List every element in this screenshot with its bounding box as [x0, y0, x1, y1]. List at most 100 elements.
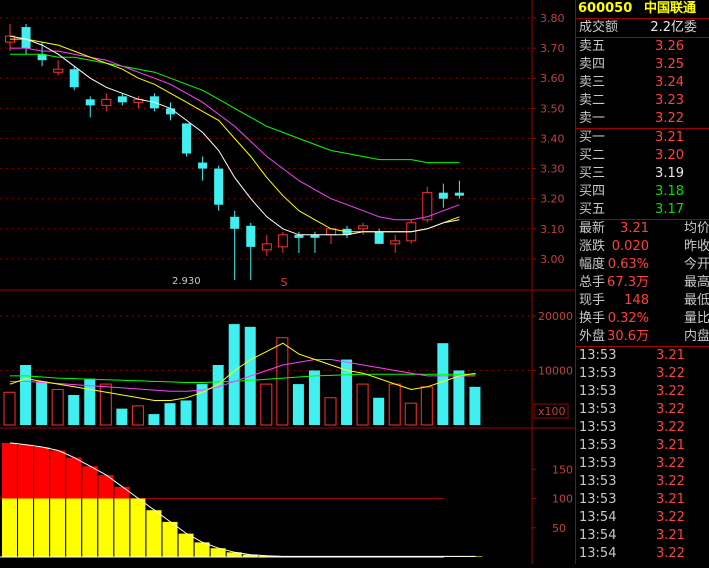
indicator-bar-yellow	[146, 510, 162, 557]
tick-price: 3.22	[656, 402, 685, 417]
stat-row-label: 换手	[579, 311, 606, 326]
tick-price: 3.22	[656, 420, 685, 435]
tick-row[interactable]: 13:53 3.22	[576, 383, 709, 401]
tick-row[interactable]: 13:53 3.22	[576, 419, 709, 437]
bid-row-label: 买五	[579, 202, 606, 217]
ask-row-label: 卖二	[579, 93, 606, 108]
volume-bar	[212, 365, 224, 425]
volume-bar	[148, 414, 160, 425]
volume-bar	[292, 384, 304, 425]
bid-row-value: 3.17	[655, 202, 684, 217]
tick-price: 3.22	[656, 510, 685, 525]
bid-row: 买三 3.19	[576, 165, 709, 183]
volume-bar	[36, 381, 48, 425]
candle-body	[438, 192, 448, 199]
volume-bar	[99, 383, 112, 426]
tick-row[interactable]: 13:53 3.22	[576, 401, 709, 419]
indicator-bar-yellow	[98, 498, 114, 557]
volume-bar	[420, 386, 433, 426]
tick-time: 13:54	[579, 546, 617, 561]
ask-row-label: 卖五	[579, 39, 606, 54]
price-axis-label: 3.10	[540, 223, 565, 236]
stat-row-extra: 内盘	[684, 329, 709, 344]
stat-row-extra: 最高	[684, 275, 709, 290]
stock-code[interactable]: 600050	[578, 0, 632, 18]
tick-time: 13:53	[579, 438, 617, 453]
volume-bar	[308, 370, 320, 425]
indicator-bar-red	[114, 486, 130, 499]
volume-bar	[180, 400, 192, 425]
stat-row-value: 0.32%	[607, 311, 649, 326]
quote-panel: 600050 中国联通 成交额 2.2亿 委 卖五 3.26 卖四 3.25 卖三 3.2…	[575, 0, 709, 564]
tick-price: 3.22	[656, 474, 685, 489]
turnover-row: 成交额 2.2亿 委	[576, 18, 709, 37]
tick-price: 3.22	[656, 456, 685, 471]
tick-row[interactable]: 13:54 3.22	[576, 545, 709, 563]
ask-book: 卖五 3.26 卖四 3.25 卖三 3.24 卖二 3.23 卖一 3.22	[576, 37, 709, 128]
ask-row-value: 3.24	[655, 75, 684, 90]
stat-row-extra: 最低	[684, 293, 709, 308]
vol-axis-label: 10000	[538, 364, 573, 377]
tick-price: 3.21	[656, 492, 685, 507]
volume-bar	[51, 389, 64, 426]
stat-row: 涨跌 0.020 昨收	[576, 238, 709, 256]
tick-row[interactable]: 13:53 3.22	[576, 473, 709, 491]
tick-row[interactable]: 13:53 3.22	[576, 455, 709, 473]
bid-row-label: 买二	[579, 148, 606, 163]
tick-row[interactable]: 13:53 3.21	[576, 437, 709, 455]
kline-chart[interactable]: 3.80 3.70 3.60 3.50 3.40 3.30 3.20 3.10 3.00 2000…	[0, 0, 575, 564]
vol-ma2-line	[10, 359, 476, 392]
low-price-annotation: 2.930	[172, 276, 201, 287]
indicator-bar-red	[66, 457, 82, 499]
ask-row: 卖一 3.22	[576, 110, 709, 128]
indicator-bar-yellow	[114, 498, 130, 557]
ask-row: 卖五 3.26	[576, 38, 709, 56]
candle-body	[117, 96, 127, 103]
tick-time: 13:53	[579, 348, 617, 363]
stat-row-value: 30.6万	[607, 329, 649, 344]
tick-row[interactable]: 13:54 3.21	[576, 527, 709, 545]
indicator-bar-yellow	[130, 498, 146, 557]
stat-row-value: 0.020	[611, 239, 649, 254]
bid-row-label: 买四	[579, 184, 606, 199]
stock-name[interactable]: 中国联通	[644, 0, 696, 18]
chart-area[interactable]: 3.80 3.70 3.60 3.50 3.40 3.30 3.20 3.10 3.00 2000…	[0, 0, 575, 564]
tick-list[interactable]: 13:53 3.21 13:53 3.22 13:53 3.22 13:53 3.22 13:5…	[576, 346, 709, 563]
ask-row-value: 3.23	[655, 93, 684, 108]
bid-row: 买二 3.20	[576, 147, 709, 165]
tick-row[interactable]: 13:53 3.21	[576, 347, 709, 365]
price-axis-label: 3.50	[540, 102, 565, 115]
volume-bar	[388, 383, 401, 426]
tick-row[interactable]: 13:54 3.22	[576, 509, 709, 527]
tick-time: 13:53	[579, 402, 617, 417]
indicator-bar-red	[18, 444, 34, 499]
candle-body	[69, 69, 79, 88]
candle-body	[358, 225, 369, 230]
tick-time: 13:53	[579, 456, 617, 471]
ask-row-value: 3.26	[655, 39, 684, 54]
price-axis-label: 3.40	[540, 132, 565, 145]
volume-bar	[276, 337, 289, 426]
stats-panel: 最新 3.21 均价 涨跌 0.020 昨收 幅度 0.63% 今开 总手 67.3万 最高 现手 148…	[576, 219, 709, 346]
stat-row-label: 现手	[579, 293, 606, 308]
bid-row-value: 3.19	[655, 166, 684, 181]
tick-price: 3.21	[656, 348, 685, 363]
candle-body	[230, 216, 240, 229]
stat-row: 幅度 0.63% 今开	[576, 256, 709, 274]
stat-row-value: 148	[624, 293, 649, 308]
ask-row-value: 3.25	[655, 57, 684, 72]
ask-row-value: 3.22	[655, 111, 684, 126]
turnover-label: 成交额	[579, 20, 619, 35]
vol-axis-label: 20000	[538, 310, 573, 323]
tick-row[interactable]: 13:53 3.21	[576, 491, 709, 509]
indicator-bar-yellow	[178, 533, 194, 557]
tick-time: 13:53	[579, 384, 617, 399]
stat-row-extra: 均价	[684, 221, 709, 236]
tick-price: 3.22	[656, 546, 685, 561]
tick-row[interactable]: 13:53 3.22	[576, 365, 709, 383]
tick-time: 13:54	[579, 528, 617, 543]
tick-time: 13:53	[579, 474, 617, 489]
volume-bar	[356, 383, 369, 426]
candle-body	[246, 225, 256, 247]
turnover-value: 2.2亿	[650, 20, 684, 35]
